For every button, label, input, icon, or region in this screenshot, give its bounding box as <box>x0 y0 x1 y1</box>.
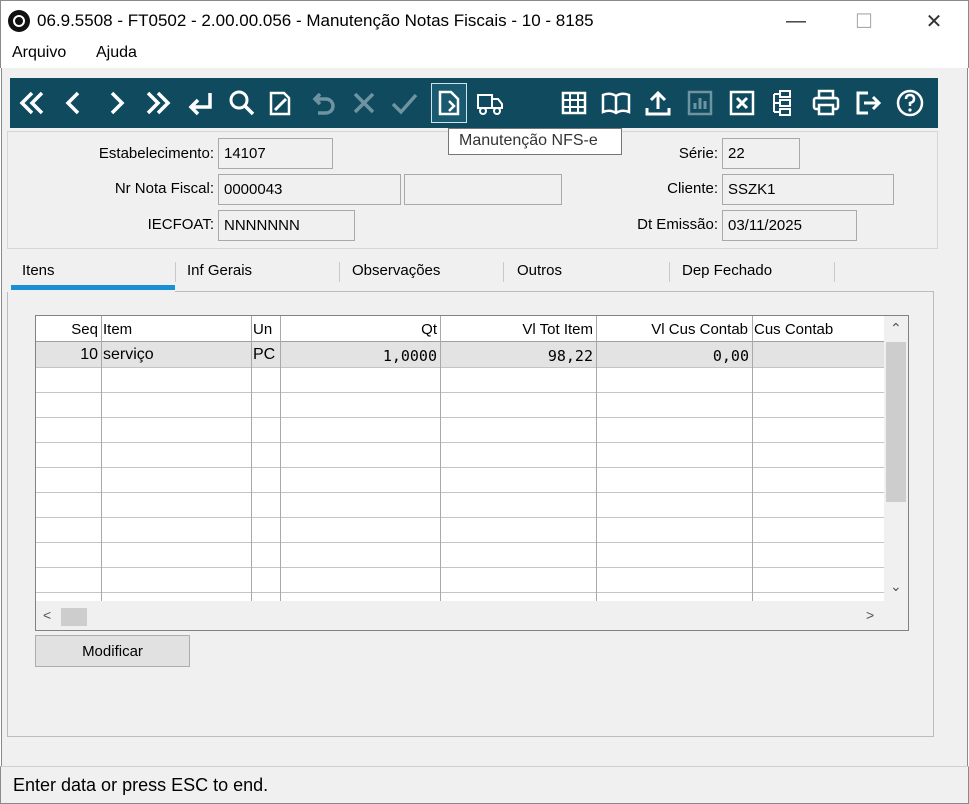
col-divider <box>596 316 597 601</box>
help-icon[interactable] <box>892 83 928 123</box>
col-seq[interactable]: Seq <box>36 321 98 338</box>
col-un[interactable]: Un <box>253 321 272 338</box>
scroll-right-icon[interactable]: > <box>866 607 874 623</box>
tab-itens[interactable]: Itens <box>22 262 55 279</box>
vertical-scrollbar[interactable]: ⌃ ⌄ <box>884 316 908 601</box>
book-icon[interactable] <box>598 83 634 123</box>
close-box-icon[interactable] <box>724 83 760 123</box>
iecfoat-label: IECFOAT: <box>147 216 214 233</box>
vertical-scroll-thumb[interactable] <box>886 342 906 502</box>
tab-separator <box>669 262 670 282</box>
edit-icon[interactable] <box>262 83 298 123</box>
modificar-button[interactable]: Modificar <box>35 635 190 667</box>
cliente-label: Cliente: <box>667 180 718 197</box>
menu-bar: Arquivo Ajuda <box>0 40 969 68</box>
first-icon[interactable] <box>14 83 50 123</box>
menu-arquivo[interactable]: Arquivo <box>12 44 66 62</box>
nr-nota-fiscal-label: Nr Nota Fiscal: <box>114 180 214 197</box>
maximize-button[interactable]: ☐ <box>841 1 887 41</box>
chart-icon <box>682 83 718 123</box>
serie-label: Série: <box>678 145 718 162</box>
row-divider <box>36 567 884 568</box>
row-divider <box>36 417 884 418</box>
col-divider <box>251 316 252 601</box>
col-divider <box>101 316 102 601</box>
tab-separator <box>834 262 835 282</box>
col-vl-tot-item[interactable]: Vl Tot Item <box>442 321 593 338</box>
horizontal-scroll-thumb[interactable] <box>61 608 87 626</box>
tab-outros[interactable]: Outros <box>517 262 562 279</box>
menu-ajuda[interactable]: Ajuda <box>96 44 137 62</box>
grid-icon[interactable] <box>556 83 592 123</box>
col-vl-cus-contab[interactable]: Vl Cus Contab <box>598 321 748 338</box>
row-divider <box>36 542 884 543</box>
search-icon[interactable] <box>224 83 260 123</box>
scroll-down-icon[interactable]: ⌄ <box>890 578 902 595</box>
status-text: Enter data or press ESC to end. <box>13 775 269 795</box>
cell-item[interactable]: serviço <box>103 346 154 364</box>
col-item[interactable]: Item <box>103 321 132 338</box>
confirm-icon <box>386 83 422 123</box>
row-divider <box>36 492 884 493</box>
row-divider <box>36 592 884 593</box>
app-icon <box>8 10 30 32</box>
col-qt[interactable]: Qt <box>282 321 437 338</box>
estabelecimento-field[interactable]: 14107 <box>218 138 333 169</box>
dt-emissao-field[interactable]: 03/11/2025 <box>722 210 857 241</box>
cell-vl-cus-contab[interactable]: 0,00 <box>598 347 749 365</box>
last-icon[interactable] <box>140 83 176 123</box>
serie-field[interactable]: 22 <box>722 138 800 169</box>
tab-separator <box>175 262 176 282</box>
print-icon[interactable] <box>808 83 844 123</box>
title-bar: 06.9.5508 - FT0502 - 2.00.00.056 - Manut… <box>0 0 969 40</box>
previous-icon[interactable] <box>56 83 92 123</box>
scroll-up-icon[interactable]: ⌃ <box>890 320 902 337</box>
tab-separator <box>503 262 504 282</box>
cancel-icon <box>346 83 382 123</box>
next-icon[interactable] <box>98 83 134 123</box>
row-divider <box>36 392 884 393</box>
goto-icon[interactable] <box>182 83 218 123</box>
minimize-button[interactable]: — <box>773 1 819 41</box>
cell-qt[interactable]: 1,0000 <box>282 347 437 365</box>
toolbar-tooltip: Manutenção NFS-e <box>448 128 622 155</box>
items-grid[interactable]: Seq Item Un Qt Vl Tot Item Vl Cus Contab… <box>35 315 909 631</box>
tab-separator <box>339 262 340 282</box>
toolbar <box>10 78 938 128</box>
col-divider <box>440 316 441 601</box>
tab-inf-gerais[interactable]: Inf Gerais <box>187 262 252 279</box>
grid-header: Seq Item Un Qt Vl Tot Item Vl Cus Contab… <box>36 316 884 342</box>
row-divider <box>36 467 884 468</box>
col-cus-contab[interactable]: Cus Contab <box>754 321 833 338</box>
nfse-icon[interactable] <box>431 83 467 123</box>
nr-nota-fiscal-extra-field[interactable] <box>404 174 562 205</box>
cliente-field[interactable]: SSZK1 <box>722 174 894 205</box>
tab-observacoes[interactable]: Observações <box>352 262 440 279</box>
cell-seq[interactable]: 10 <box>36 346 98 364</box>
nr-nota-fiscal-field[interactable]: 0000043 <box>218 174 401 205</box>
delivery-truck-icon[interactable] <box>472 83 508 123</box>
main-client-area: Manutenção NFS-e Estabelecimento: 14107 … <box>1 68 968 766</box>
scroll-left-icon[interactable]: < <box>43 607 51 623</box>
active-tab-indicator <box>11 285 175 290</box>
horizontal-scrollbar[interactable]: < > <box>36 601 908 630</box>
row-divider <box>36 367 884 368</box>
col-divider <box>752 316 753 601</box>
undo-icon <box>304 83 340 123</box>
row-divider <box>36 517 884 518</box>
tab-dep-fechado[interactable]: Dep Fechado <box>682 262 772 279</box>
status-bar: Enter data or press ESC to end. <box>0 766 969 804</box>
window-title: 06.9.5508 - FT0502 - 2.00.00.056 - Manut… <box>37 11 594 30</box>
cell-un[interactable]: PC <box>253 346 275 364</box>
row-divider <box>36 442 884 443</box>
close-button[interactable]: ✕ <box>911 1 957 41</box>
cell-vl-tot-item[interactable]: 98,22 <box>442 347 593 365</box>
dt-emissao-label: Dt Emissão: <box>637 216 718 233</box>
exit-icon[interactable] <box>850 83 886 123</box>
upload-icon[interactable] <box>640 83 676 123</box>
tree-icon[interactable] <box>766 83 802 123</box>
iecfoat-field[interactable]: NNNNNNN <box>218 210 355 241</box>
col-divider <box>280 316 281 601</box>
estabelecimento-label: Estabelecimento: <box>98 145 214 162</box>
